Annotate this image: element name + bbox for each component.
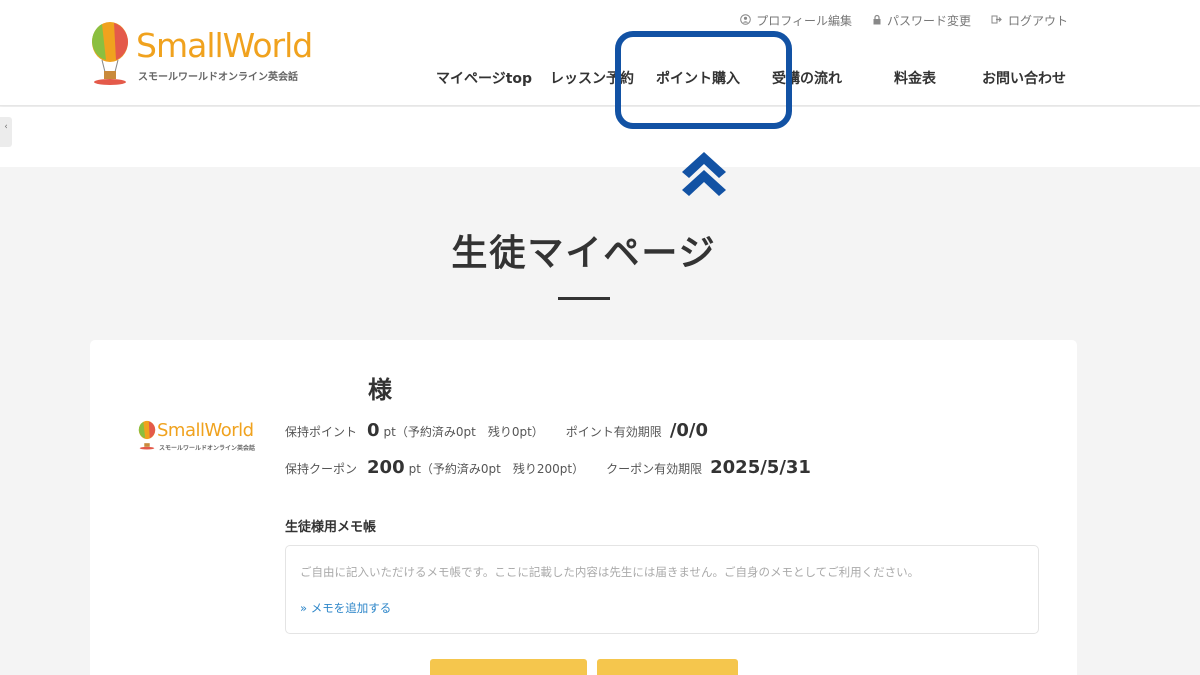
nav-item-mypage-top[interactable]: マイページtop <box>436 68 532 88</box>
points-label: 保持ポイント <box>285 425 358 439</box>
action-button-2[interactable] <box>597 659 738 675</box>
coupon-value: 200 <box>367 457 405 478</box>
points-unit: pt（予約済み0pt 残り0pt） <box>383 425 544 439</box>
annotation-highlight-box <box>615 31 792 129</box>
main-nav: マイページtop レッスン予約 ポイント購入 受講の流れ 料金表 お問い合わせ <box>0 68 1200 88</box>
password-change-label: パスワード変更 <box>886 14 971 28</box>
person-icon <box>740 13 752 28</box>
side-tab[interactable]: ‹ <box>0 117 12 147</box>
memo-placeholder: ご自由に記入いただけるメモ帳です。ここに記載した内容は先生には届きません。ご自身… <box>300 565 920 579</box>
points-value: 0 <box>367 420 380 441</box>
logout-icon <box>991 14 1003 28</box>
memo-title: 生徒様用メモ帳 <box>285 520 377 535</box>
nav-item-pricing[interactable]: 料金表 <box>894 68 936 88</box>
logout-label: ログアウト <box>1007 14 1068 28</box>
card-logo: SmallWorld スモールワールドオンライン英会話 <box>137 420 255 454</box>
logout-link[interactable]: ログアウト <box>991 12 1068 29</box>
points-row: 保持ポイント 0 pt（予約済み0pt 残り0pt） ポイント有効期限 /0/0 <box>285 420 708 441</box>
card-logo-text: SmallWorld <box>157 420 254 441</box>
student-name: 様 <box>368 376 392 404</box>
add-memo-link[interactable]: » メモを追加する <box>300 600 391 616</box>
page-title: 生徒マイページ <box>451 233 717 274</box>
profile-edit-label: プロフィール編集 <box>756 14 852 28</box>
profile-card: SmallWorld スモールワールドオンライン英会話 様 保持ポイント 0 p… <box>90 340 1077 675</box>
coupon-row: 保持クーポン 200 pt（予約済み0pt 残り200pt） クーポン有効期限 … <box>285 457 811 478</box>
coupon-label: 保持クーポン <box>285 462 358 476</box>
memo-box: ご自由に記入いただけるメモ帳です。ここに記載した内容は先生には届きません。ご自身… <box>285 545 1039 634</box>
site-header: SmallWorld スモールワールドオンライン英会話 プロフィール編集 パスワ… <box>0 0 1200 106</box>
lock-icon <box>872 14 882 28</box>
card-logo-subtitle: スモールワールドオンライン英会話 <box>159 445 256 452</box>
coupon-unit: pt（予約済み0pt 残り200pt） <box>408 462 585 476</box>
title-underline <box>558 297 610 300</box>
points-expiry-label: ポイント有効期限 <box>565 425 662 439</box>
action-button-1[interactable] <box>430 659 587 675</box>
password-change-link[interactable]: パスワード変更 <box>872 12 971 29</box>
coupon-expiry-value: 2025/5/31 <box>710 457 811 478</box>
nav-item-contact[interactable]: お問い合わせ <box>982 68 1066 88</box>
utility-links: プロフィール編集 パスワード変更 ログアウト <box>740 12 1068 29</box>
profile-edit-link[interactable]: プロフィール編集 <box>740 12 852 29</box>
coupon-expiry-label: クーポン有効期限 <box>606 462 703 476</box>
points-expiry-value: /0/0 <box>669 420 709 441</box>
header-spacer <box>0 107 1200 167</box>
balloon-logo-icon <box>138 420 156 450</box>
logo-text: SmallWorld <box>136 26 313 65</box>
double-chevron-up-icon <box>682 152 726 196</box>
